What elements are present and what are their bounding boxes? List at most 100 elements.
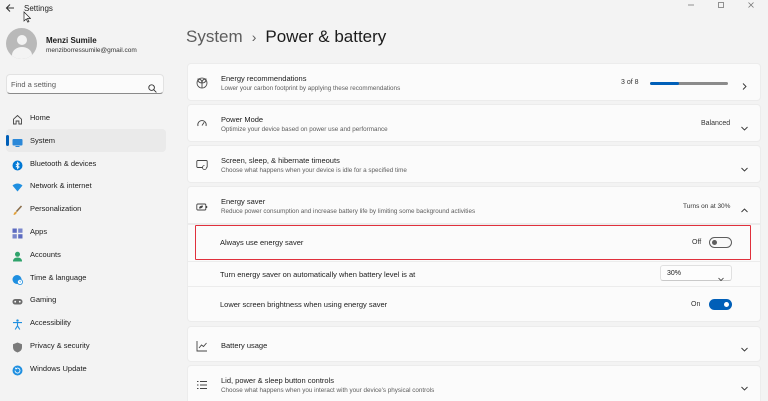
sidebar-item-label: Home: [30, 113, 51, 122]
mouse-cursor-icon: [23, 10, 32, 23]
sidebar-item-system[interactable]: System: [6, 128, 166, 152]
shield-icon: [12, 340, 23, 353]
power-mode-card[interactable]: Power Mode Optimize your device based on…: [187, 104, 761, 142]
chevron-down-icon[interactable]: [740, 120, 749, 131]
always-use-energy-saver-row: Always use energy saver Off: [187, 225, 761, 261]
title-bar: Settings: [0, 0, 768, 23]
always-use-energy-saver-toggle[interactable]: [709, 237, 732, 248]
brush-icon: [12, 203, 23, 216]
update-icon: [12, 363, 23, 376]
power-mode-icon: [196, 117, 208, 129]
sidebar-item-label: Privacy & security: [30, 340, 90, 350]
breadcrumb-chevron-icon: ›: [251, 29, 257, 45]
card-title: Lid, power & sleep button controls: [221, 376, 334, 385]
home-icon: [12, 112, 23, 125]
card-description: Choose what happens when you interact wi…: [221, 387, 435, 394]
sidebar-item-label: Time & language: [30, 272, 87, 282]
gamepad-icon: [12, 294, 23, 305]
search-icon[interactable]: [148, 80, 157, 93]
chart-icon: [196, 339, 208, 352]
back-arrow-icon[interactable]: [4, 2, 18, 16]
chevron-up-icon[interactable]: [740, 202, 749, 213]
sidebar-item-label: Windows Update: [30, 363, 87, 373]
sidebar-nav: Home System Bluetooth & devices Network …: [6, 106, 166, 380]
page-title: Power & battery: [265, 27, 387, 46]
sidebar-item-bluetooth[interactable]: Bluetooth & devices: [6, 152, 166, 175]
battery-level-dropdown[interactable]: 30%: [660, 265, 732, 282]
sidebar-item-privacy-security[interactable]: Privacy & security: [6, 334, 166, 357]
avatar-body: [12, 47, 32, 59]
accounts-icon: [12, 249, 23, 262]
energy-recommendations-card[interactable]: Energy recommendations Lower your carbon…: [187, 63, 761, 101]
toggle-state-label: Off: [692, 239, 702, 246]
leaf-icon: [196, 76, 208, 89]
search-box[interactable]: [6, 74, 164, 94]
maximize-icon[interactable]: [706, 0, 736, 12]
lid-power-card[interactable]: Lid, power & sleep button controls Choos…: [187, 365, 761, 401]
sidebar-item-home[interactable]: Home: [6, 106, 166, 129]
card-title: Battery usage: [221, 341, 268, 350]
card-title: Energy saver: [221, 197, 266, 206]
setting-label: Turn energy saver on automatically when …: [220, 270, 416, 279]
screen-sleep-icon: [196, 158, 208, 170]
sidebar-item-network[interactable]: Network & internet: [6, 174, 166, 197]
globe-clock-icon: [12, 272, 23, 285]
card-title: Energy recommendations: [221, 74, 307, 83]
card-description: Lower your carbon footprint by applying …: [221, 85, 401, 92]
sidebar-item-label: Bluetooth & devices: [30, 158, 97, 168]
sidebar-item-label: Apps: [30, 226, 48, 236]
sidebar-item-windows-update[interactable]: Windows Update: [6, 357, 166, 380]
toggle-knob: [724, 302, 729, 307]
accessibility-icon: [12, 317, 23, 330]
sidebar-item-label: Personalization: [30, 204, 82, 214]
breadcrumb-parent[interactable]: System: [186, 27, 243, 46]
progress-fill: [650, 82, 680, 85]
sidebar-item-label: Gaming: [30, 295, 57, 305]
bluetooth-icon: [12, 158, 23, 171]
sidebar-item-personalization[interactable]: Personalization: [6, 197, 166, 220]
battery-usage-card[interactable]: Battery usage: [187, 326, 761, 362]
breadcrumb: System › Power & battery: [186, 27, 386, 51]
setting-label: Lower screen brightness when using energ…: [220, 300, 388, 309]
chevron-down-icon[interactable]: [740, 341, 749, 352]
auto-energy-saver-row: Turn energy saver on automatically when …: [187, 262, 761, 286]
minimize-icon[interactable]: [676, 0, 706, 12]
sidebar-item-label: Network & internet: [30, 181, 92, 191]
battery-saver-icon: [196, 200, 208, 212]
card-title: Screen, sleep, & hibernate timeouts: [221, 156, 340, 165]
chevron-down-icon[interactable]: [740, 161, 749, 172]
close-icon[interactable]: [736, 0, 766, 12]
avatar-head: [17, 35, 27, 45]
lower-brightness-toggle[interactable]: [709, 299, 732, 310]
setting-label: Always use energy saver: [220, 238, 304, 247]
search-input[interactable]: [11, 78, 141, 91]
recommendations-progress-bar: [650, 82, 728, 85]
chevron-right-icon[interactable]: [740, 78, 749, 90]
sidebar-item-accounts[interactable]: Accounts: [6, 243, 166, 266]
active-indicator: [6, 134, 9, 146]
user-email: menziborressumile@gmail.com: [46, 47, 137, 54]
user-name: Menzi Sumile: [46, 36, 97, 45]
sidebar-item-label: Accounts: [30, 249, 61, 259]
system-icon: [12, 135, 23, 147]
toggle-knob: [712, 240, 717, 245]
sidebar-item-time-language[interactable]: Time & language: [6, 266, 166, 289]
avatar[interactable]: [6, 28, 37, 59]
sidebar-item-gaming[interactable]: Gaming: [6, 288, 166, 311]
chevron-down-icon[interactable]: [740, 380, 749, 391]
chevron-down-icon: [717, 270, 725, 282]
lower-brightness-row: Lower screen brightness when using energ…: [187, 287, 761, 322]
sidebar-item-label: Accessibility: [30, 318, 71, 328]
card-description: Choose what happens when your device is …: [221, 167, 407, 174]
energy-saver-status: Turns on at 30%: [683, 203, 731, 210]
toggle-state-label: On: [691, 301, 701, 308]
card-title: Power Mode: [221, 115, 264, 124]
energy-saver-card[interactable]: Energy saver Reduce power consumption an…: [187, 186, 761, 224]
screen-sleep-card[interactable]: Screen, sleep, & hibernate timeouts Choo…: [187, 145, 761, 183]
wifi-icon: [12, 180, 23, 192]
dropdown-value: 30%: [667, 270, 682, 277]
power-mode-value[interactable]: Balanced: [701, 120, 730, 127]
card-description: Optimize your device based on power use …: [221, 126, 388, 133]
sidebar-item-accessibility[interactable]: Accessibility: [6, 311, 166, 334]
sidebar-item-apps[interactable]: Apps: [6, 220, 166, 243]
